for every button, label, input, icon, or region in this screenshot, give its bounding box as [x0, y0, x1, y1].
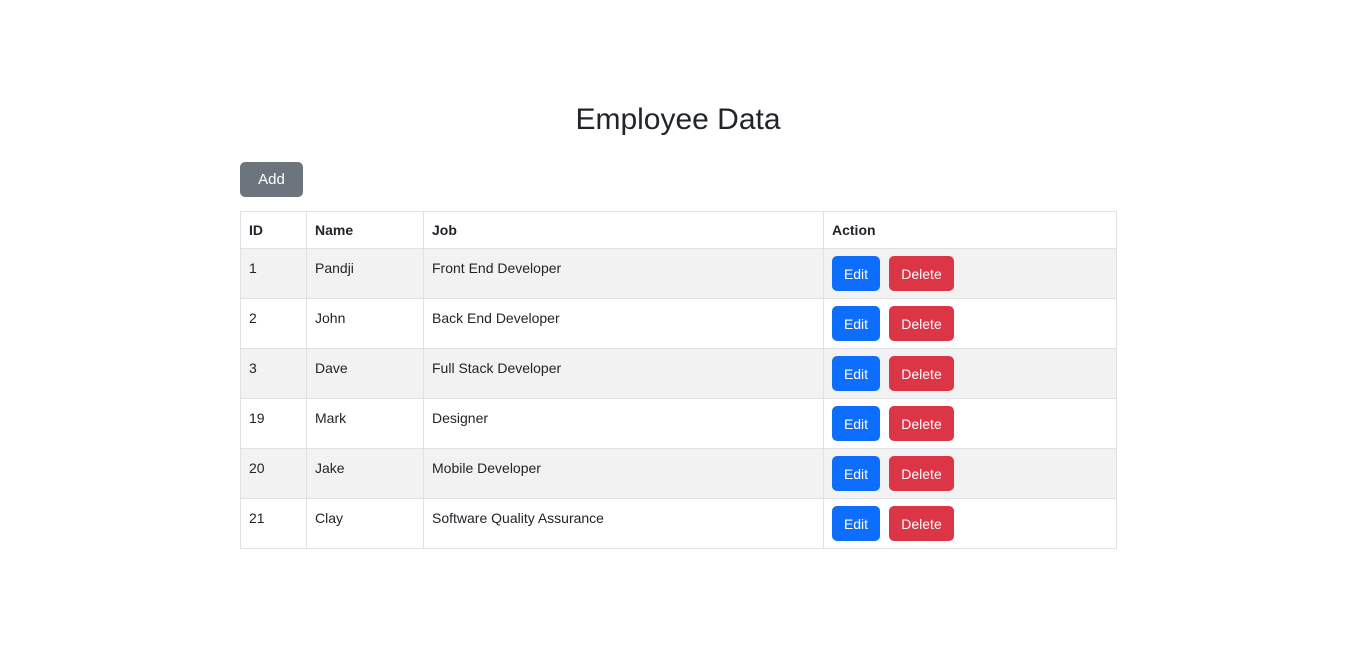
cell-job: Back End Developer	[423, 298, 824, 349]
column-header-id: ID	[240, 211, 307, 249]
table-row: 19 Mark Designer Edit Delete	[240, 398, 1117, 449]
cell-id: 20	[240, 448, 307, 499]
cell-name: Pandji	[306, 248, 424, 299]
cell-action: Edit Delete	[823, 448, 1117, 499]
cell-action: Edit Delete	[823, 298, 1117, 349]
cell-action: Edit Delete	[823, 398, 1117, 449]
cell-action: Edit Delete	[823, 248, 1117, 299]
cell-name: John	[306, 298, 424, 349]
cell-job: Full Stack Developer	[423, 348, 824, 399]
page: Employee Data Add ID Name Job Action 1 P…	[0, 0, 1361, 651]
delete-button[interactable]: Delete	[889, 506, 954, 541]
cell-name: Dave	[306, 348, 424, 399]
cell-job: Mobile Developer	[423, 448, 824, 499]
table-row: 21 Clay Software Quality Assurance Edit D…	[240, 498, 1117, 549]
cell-id: 2	[240, 298, 307, 349]
cell-name: Clay	[306, 498, 424, 549]
cell-job: Designer	[423, 398, 824, 449]
edit-button[interactable]: Edit	[832, 356, 880, 391]
cell-action: Edit Delete	[823, 498, 1117, 549]
table-row: 1 Pandji Front End Developer Edit Delete	[240, 248, 1117, 299]
column-header-name: Name	[306, 211, 424, 249]
edit-button[interactable]: Edit	[832, 256, 880, 291]
cell-job: Front End Developer	[423, 248, 824, 299]
page-title: Employee Data	[575, 103, 781, 136]
edit-button[interactable]: Edit	[832, 406, 880, 441]
table-header-row: ID Name Job Action	[240, 211, 1117, 249]
cell-job: Software Quality Assurance	[423, 498, 824, 549]
delete-button[interactable]: Delete	[889, 256, 954, 291]
delete-button[interactable]: Delete	[889, 406, 954, 441]
cell-name: Jake	[306, 448, 424, 499]
column-header-action: Action	[823, 211, 1117, 249]
delete-button[interactable]: Delete	[889, 456, 954, 491]
column-header-job: Job	[423, 211, 824, 249]
table-body: 1 Pandji Front End Developer Edit Delete …	[240, 248, 1117, 549]
employee-table: ID Name Job Action 1 Pandji Front End De…	[240, 211, 1117, 549]
delete-button[interactable]: Delete	[889, 356, 954, 391]
table-row: 2 John Back End Developer Edit Delete	[240, 298, 1117, 349]
table-row: 20 Jake Mobile Developer Edit Delete	[240, 448, 1117, 499]
edit-button[interactable]: Edit	[832, 306, 880, 341]
cell-action: Edit Delete	[823, 348, 1117, 399]
edit-button[interactable]: Edit	[832, 456, 880, 491]
edit-button[interactable]: Edit	[832, 506, 880, 541]
cell-id: 3	[240, 348, 307, 399]
cell-id: 1	[240, 248, 307, 299]
table-row: 3 Dave Full Stack Developer Edit Delete	[240, 348, 1117, 399]
delete-button[interactable]: Delete	[889, 306, 954, 341]
add-button[interactable]: Add	[240, 162, 303, 197]
cell-id: 19	[240, 398, 307, 449]
cell-id: 21	[240, 498, 307, 549]
cell-name: Mark	[306, 398, 424, 449]
table-header: ID Name Job Action	[240, 211, 1117, 249]
employee-table-container: ID Name Job Action 1 Pandji Front End De…	[240, 211, 1117, 549]
